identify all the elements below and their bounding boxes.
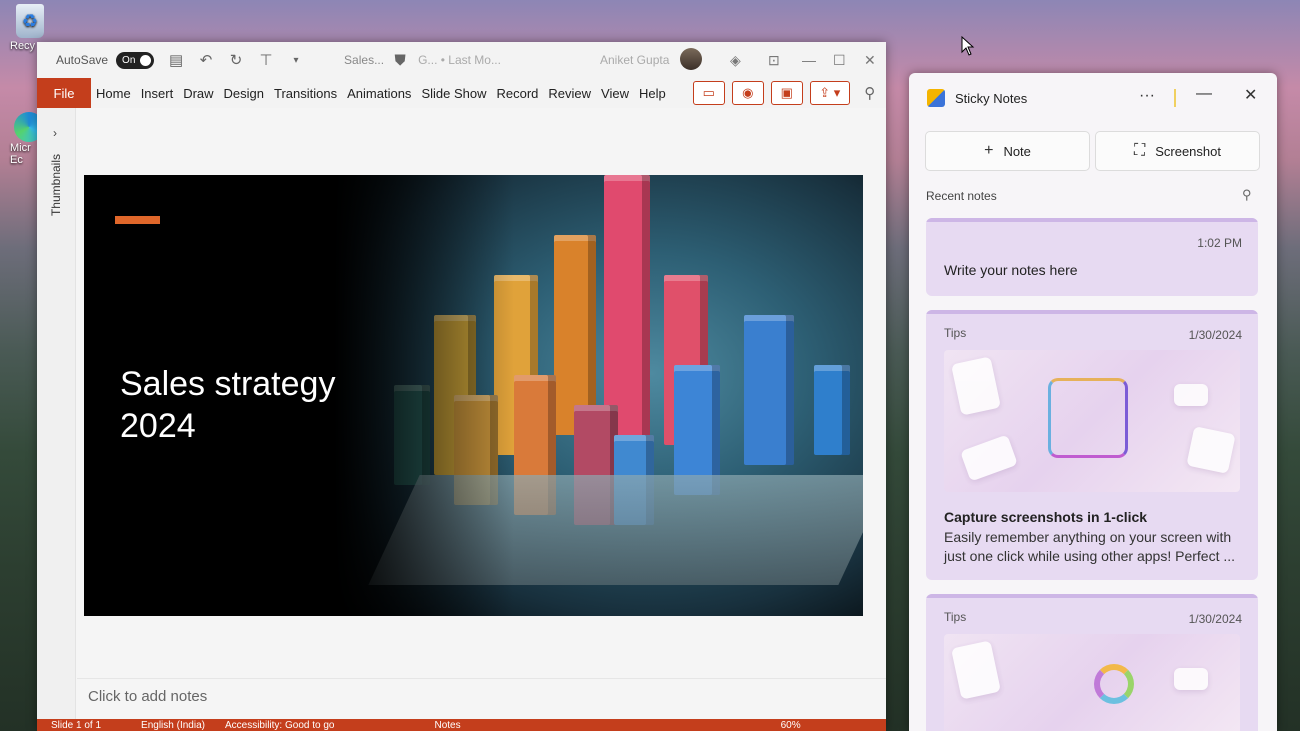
document-title[interactable]: Sales...: [344, 53, 384, 67]
recent-notes-label: Recent notes: [926, 189, 997, 203]
decor-card: [951, 356, 1001, 416]
close-icon[interactable]: ✕: [864, 52, 876, 69]
plus-icon: +: [984, 142, 994, 159]
present-teams-button[interactable]: ▣: [770, 81, 803, 105]
decor-card: [1174, 384, 1208, 406]
note-image: [944, 350, 1240, 492]
user-name[interactable]: Aniket Gupta: [600, 53, 669, 67]
more-options-icon[interactable]: ···: [1139, 87, 1155, 105]
sticky-title: Sticky Notes: [955, 90, 1028, 106]
sticky-notes-window: Sticky Notes ··· — ✕ + Note ⛶ Screenshot…: [909, 73, 1277, 731]
decor-card: [1186, 426, 1236, 474]
editor-area: › Thumbnails Sales strategy 2024 Click t…: [37, 108, 886, 719]
note-date: 1/30/2024: [1188, 328, 1242, 342]
tab-animations[interactable]: Animations: [342, 86, 416, 101]
minimize-icon[interactable]: —: [802, 52, 816, 68]
search-icon[interactable]: ⚲: [1242, 187, 1252, 203]
tab-file[interactable]: File: [37, 78, 91, 108]
note-tag: Tips: [944, 326, 967, 340]
notes-toggle[interactable]: Notes: [434, 719, 460, 731]
recycle-bin-desktop-icon[interactable]: ♻ Recy: [10, 4, 50, 52]
redo-icon[interactable]: ↻: [228, 51, 244, 69]
note-time: 1:02 PM: [1197, 236, 1242, 250]
slide-title-line1: Sales strategy: [120, 365, 336, 403]
slide-title-line2: 2024: [120, 407, 196, 445]
avatar[interactable]: [680, 48, 702, 70]
undo-icon[interactable]: ↶: [198, 51, 214, 69]
autosave-state: On: [122, 54, 136, 66]
ribbon-tabs: File Home Insert Draw Design Transitions…: [37, 78, 886, 109]
accent-line: [115, 216, 160, 224]
slide-title[interactable]: Sales strategy 2024: [120, 363, 380, 447]
powerpoint-window: AutoSave On ▤ ↶ ↻ ⊤ ▾ Sales... ⛊ G... • …: [37, 42, 886, 731]
present-icon[interactable]: ⊤: [258, 51, 274, 69]
tab-design[interactable]: Design: [219, 86, 269, 101]
close-icon[interactable]: ✕: [1244, 85, 1257, 105]
decor-card: [960, 434, 1018, 482]
bar-graphic: [814, 365, 850, 455]
title-meta: G... • Last Mo...: [418, 53, 501, 67]
autosave-label: AutoSave: [56, 53, 109, 67]
tab-slide-show[interactable]: Slide Show: [416, 86, 491, 101]
note-image: [944, 634, 1240, 731]
screenshot-button[interactable]: ⛶ Screenshot: [1095, 131, 1260, 171]
notes-field[interactable]: Click to add notes: [77, 678, 886, 714]
tab-help[interactable]: Help: [634, 86, 671, 101]
zoom-level[interactable]: 60%: [781, 719, 801, 731]
copilot-icon[interactable]: ◈: [730, 52, 741, 69]
thumbnails-pane[interactable]: › Thumbnails: [37, 108, 76, 719]
note-tag: Tips: [944, 610, 967, 624]
note-date: 1/30/2024: [1188, 612, 1242, 626]
note-text: Easily remember anything on your screen …: [944, 529, 1236, 564]
slide-count: Slide 1 of 1: [51, 720, 102, 731]
ribbon-display-icon[interactable]: ⊡: [768, 52, 780, 69]
status-bar: Slide 1 of 1 English (India) Accessibili…: [37, 719, 886, 731]
new-note-label: Note: [1003, 143, 1031, 159]
screenshot-frame-icon: [1048, 378, 1128, 458]
note-card[interactable]: Tips 1/30/2024: [926, 594, 1258, 731]
tab-draw[interactable]: Draw: [178, 86, 218, 101]
screenshot-icon: ⛶: [1134, 142, 1146, 159]
tab-insert[interactable]: Insert: [136, 86, 179, 101]
chain-link-icon: [1094, 664, 1134, 704]
note-heading: Capture screenshots in 1-click: [944, 509, 1148, 525]
tab-record[interactable]: Record: [491, 86, 543, 101]
title-bar: AutoSave On ▤ ↶ ↻ ⊤ ▾ Sales... ⛊ G... • …: [37, 42, 886, 78]
edge-label: Micr Ec: [10, 142, 31, 166]
shield-icon: ⛊: [394, 51, 406, 69]
language-status[interactable]: English (India): [141, 719, 205, 731]
sticky-header: Sticky Notes ··· — ✕: [909, 73, 1277, 123]
bar-graphic: [744, 315, 794, 465]
maximize-icon[interactable]: ☐: [833, 52, 846, 69]
chevron-right-icon[interactable]: ›: [53, 126, 57, 140]
divider: [1174, 89, 1176, 107]
tab-view[interactable]: View: [596, 86, 634, 101]
note-card[interactable]: 1:02 PM Write your notes here: [926, 218, 1258, 296]
tab-review[interactable]: Review: [543, 86, 596, 101]
decor-card: [1174, 668, 1208, 690]
note-card[interactable]: Tips 1/30/2024 Capture screenshots in 1-…: [926, 310, 1258, 580]
tab-home[interactable]: Home: [91, 86, 136, 101]
save-icon[interactable]: ▤: [168, 51, 184, 69]
record-button[interactable]: ◉: [731, 81, 764, 105]
new-note-button[interactable]: + Note: [925, 131, 1090, 171]
slide-canvas[interactable]: Sales strategy 2024: [84, 175, 863, 616]
screenshot-label: Screenshot: [1155, 143, 1221, 159]
autosave-toggle[interactable]: On: [116, 51, 155, 69]
sticky-notes-logo-icon: [927, 89, 945, 107]
share-button[interactable]: ⇪ ▾: [809, 81, 850, 105]
designer-icon[interactable]: ⚲: [862, 84, 878, 102]
tab-transitions[interactable]: Transitions: [269, 86, 342, 101]
note-body: Write your notes here: [944, 262, 1078, 278]
decor-card: [951, 640, 1001, 700]
thumbnails-label: Thumbnails: [49, 154, 63, 217]
comments-button[interactable]: ▭: [692, 81, 725, 105]
accessibility-status[interactable]: Accessibility: Good to go: [225, 719, 335, 731]
recycle-icon: ♻: [16, 4, 44, 38]
customize-qat-icon[interactable]: ▾: [288, 55, 304, 66]
minimize-icon[interactable]: —: [1196, 85, 1212, 103]
